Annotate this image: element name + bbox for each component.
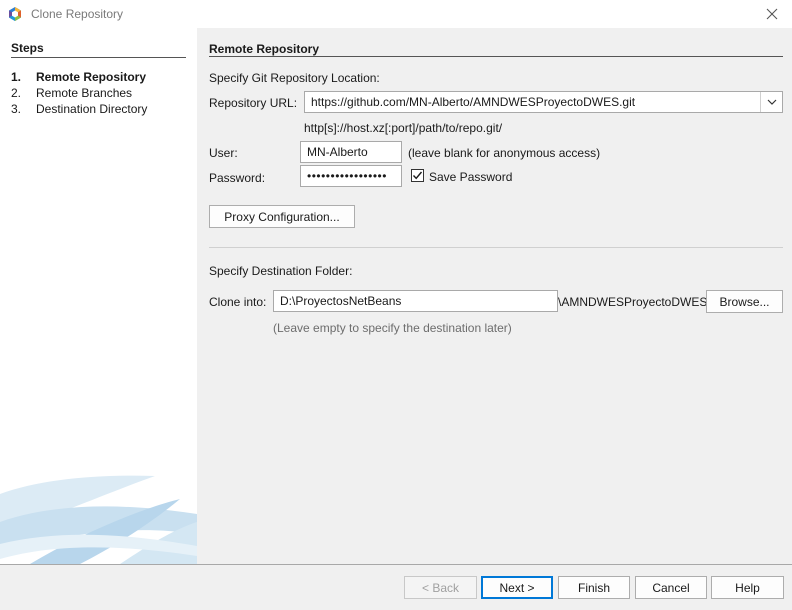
password-value: ••••••••••••••••• <box>307 169 387 183</box>
section-divider <box>209 56 783 57</box>
checkmark-icon <box>412 171 423 180</box>
steps-panel: Steps 1. Remote Repository 2. Remote Bra… <box>0 28 197 564</box>
clone-into-label: Clone into: <box>209 295 267 309</box>
steps-title: Steps <box>11 41 44 55</box>
cancel-button[interactable]: Cancel <box>635 576 707 599</box>
user-input[interactable]: MN-Alberto <box>300 141 402 163</box>
user-label: User: <box>209 146 238 160</box>
footer-separator <box>0 564 792 565</box>
main-panel: Remote Repository Specify Git Repository… <box>197 28 792 564</box>
next-button[interactable]: Next > <box>481 576 553 599</box>
browse-button[interactable]: Browse... <box>706 290 783 313</box>
repo-url-label: Repository URL: <box>209 96 298 110</box>
title-bar: Clone Repository <box>0 0 792 28</box>
window-close-button[interactable] <box>754 0 790 28</box>
destination-heading: Specify Destination Folder: <box>209 264 353 278</box>
close-icon <box>766 8 778 20</box>
step-label: Remote Branches <box>36 86 133 100</box>
section-title: Remote Repository <box>209 42 320 56</box>
user-value: MN-Alberto <box>307 145 368 159</box>
step-number: 1. <box>11 70 22 84</box>
wizard-decoration-graphic <box>0 475 197 564</box>
password-label: Password: <box>209 171 266 185</box>
repo-url-value: https://github.com/MN-Alberto/AMNDWESPro… <box>311 95 636 109</box>
chevron-down-icon <box>767 99 776 105</box>
url-format-hint: http[s]://host.xz[:port]/path/to/repo.gi… <box>304 121 503 135</box>
step-label: Destination Directory <box>36 102 148 116</box>
step-number: 3. <box>11 102 22 116</box>
netbeans-logo-icon <box>9 7 21 21</box>
step-label: Remote Repository <box>36 70 147 84</box>
section-separator <box>209 247 783 248</box>
finish-button[interactable]: Finish <box>558 576 630 599</box>
help-button[interactable]: Help <box>711 576 784 599</box>
repo-url-dropdown-button[interactable] <box>760 92 782 112</box>
step-number: 2. <box>11 86 22 100</box>
window-title: Clone Repository <box>31 7 124 21</box>
destination-hint: (Leave empty to specify the destination … <box>273 321 512 335</box>
user-hint: (leave blank for anonymous access) <box>408 146 601 160</box>
save-password-checkbox[interactable] <box>411 169 424 182</box>
repo-url-combobox[interactable]: https://github.com/MN-Alberto/AMNDWESPro… <box>304 91 783 113</box>
password-input[interactable]: ••••••••••••••••• <box>300 165 402 187</box>
back-button[interactable]: < Back <box>404 576 477 599</box>
location-heading: Specify Git Repository Location: <box>209 71 380 85</box>
save-password-label: Save Password <box>429 170 513 184</box>
steps-divider <box>11 57 186 58</box>
clone-into-input[interactable]: D:\ProyectosNetBeans <box>273 290 558 312</box>
clone-folder-suffix: \AMNDWESProyectoDWES <box>558 295 708 309</box>
proxy-configuration-button[interactable]: Proxy Configuration... <box>209 205 355 228</box>
clone-into-value: D:\ProyectosNetBeans <box>280 294 402 308</box>
